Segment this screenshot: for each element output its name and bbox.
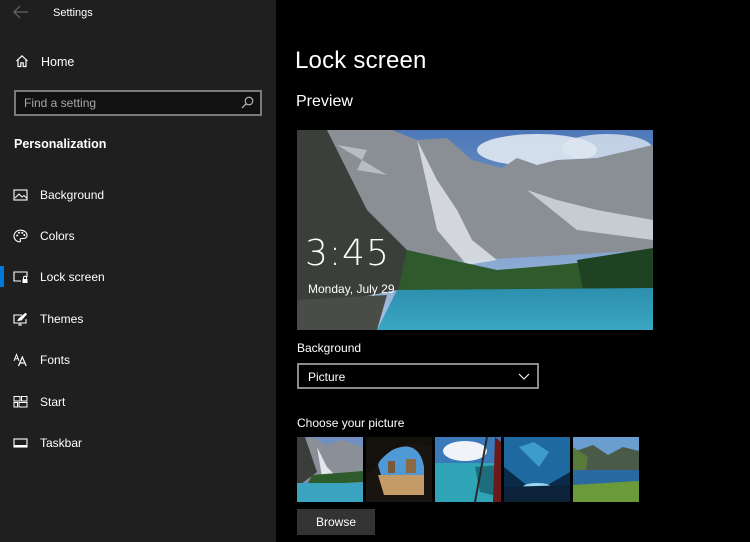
back-button[interactable]	[13, 5, 31, 21]
background-dropdown-value: Picture	[308, 370, 346, 384]
sidebar-item-background[interactable]: Background	[0, 180, 276, 210]
lock-screen-icon	[13, 271, 28, 283]
preview-heading: Preview	[296, 93, 353, 110]
main-content: Lock screen Preview 3:45 Monday, July 29…	[276, 0, 750, 542]
home-link[interactable]: Home	[0, 50, 276, 76]
search-box[interactable]	[14, 90, 262, 116]
sidebar-item-label: Taskbar	[40, 436, 83, 450]
search-icon[interactable]	[241, 96, 254, 109]
fonts-icon	[13, 353, 27, 367]
app-title: Settings	[53, 7, 93, 19]
title-bar: Settings	[0, 0, 276, 28]
sidebar-item-label: Fonts	[40, 353, 71, 367]
chevron-down-icon	[518, 373, 530, 380]
picture-icon	[13, 189, 28, 201]
browse-button[interactable]: Browse	[297, 509, 375, 535]
sidebar-item-label: Themes	[40, 312, 84, 326]
sidebar-item-lock-screen[interactable]: Lock screen	[0, 262, 276, 292]
sidebar-item-label: Colors	[40, 229, 75, 243]
thumbnail-mountain-lake[interactable]	[297, 437, 363, 502]
sidebar-item-start[interactable]: Start	[0, 387, 276, 417]
thumbnail-fjord-lake[interactable]	[573, 437, 639, 502]
section-title: Personalization	[14, 137, 107, 151]
start-icon	[13, 396, 28, 408]
background-dropdown[interactable]: Picture	[297, 363, 539, 389]
thumbnail-ice-cave[interactable]	[504, 437, 570, 502]
home-icon	[16, 54, 28, 68]
sidebar-item-themes[interactable]: Themes	[0, 304, 276, 334]
search-input[interactable]	[16, 92, 236, 114]
preview-date: Monday, July 29	[308, 282, 395, 296]
sidebar-item-label: Start	[40, 395, 66, 409]
lock-screen-preview: 3:45 Monday, July 29	[297, 130, 653, 330]
home-label: Home	[41, 55, 75, 69]
taskbar-icon	[13, 438, 28, 448]
thumbnail-sea-cave-beach[interactable]	[366, 437, 432, 502]
preview-landscape-image	[297, 130, 653, 330]
sidebar-item-label: Lock screen	[40, 270, 105, 284]
sidebar-item-taskbar[interactable]: Taskbar	[0, 428, 276, 458]
sidebar: Settings Home Personalization Background…	[0, 0, 276, 542]
themes-icon	[13, 312, 27, 326]
sidebar-item-colors[interactable]: Colors	[0, 221, 276, 251]
thumbnail-airplane-window-sea[interactable]	[435, 437, 501, 502]
sidebar-item-fonts[interactable]: Fonts	[0, 345, 276, 375]
preview-time: 3:45	[305, 233, 390, 274]
background-label: Background	[297, 341, 362, 355]
selected-indicator	[0, 266, 4, 287]
back-arrow-icon	[13, 5, 28, 19]
choose-picture-label: Choose your picture	[297, 416, 405, 430]
page-title: Lock screen	[295, 47, 427, 74]
sidebar-item-label: Background	[40, 188, 105, 202]
palette-icon	[13, 229, 28, 243]
